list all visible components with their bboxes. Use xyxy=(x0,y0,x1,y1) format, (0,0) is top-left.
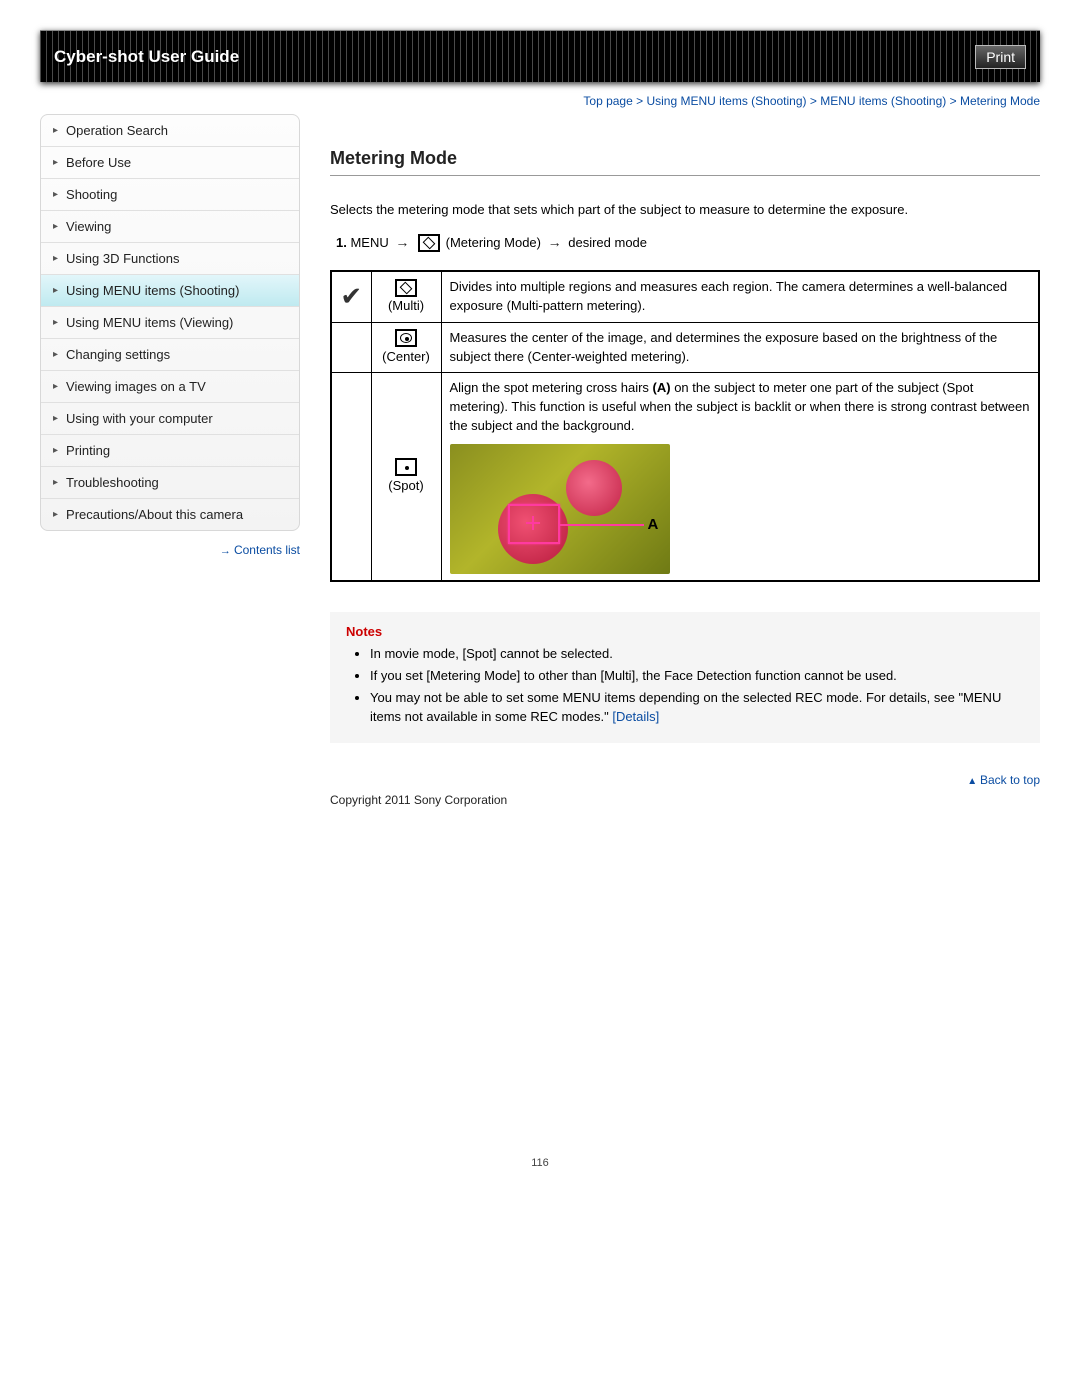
pointer-line xyxy=(560,524,644,526)
sidebar-item-precautions[interactable]: Precautions/About this camera xyxy=(41,499,299,530)
focus-box xyxy=(508,504,560,544)
multi-label: (Multi) xyxy=(388,298,424,313)
page-number: 116 xyxy=(40,1157,1040,1169)
sidebar-item-viewing[interactable]: Viewing xyxy=(41,211,299,242)
main-content: Top page > Using MENU items (Shooting) >… xyxy=(330,94,1040,807)
empty-check xyxy=(331,373,371,581)
check-cell: ✔ xyxy=(331,271,371,322)
spot-icon xyxy=(395,458,417,476)
mode-multi-label-cell: (Multi) xyxy=(371,271,441,322)
contents-list-link[interactable]: Contents list xyxy=(40,543,300,557)
sidebar-item-menu-shooting[interactable]: Using MENU items (Shooting) xyxy=(41,275,299,306)
sidebar-item-computer[interactable]: Using with your computer xyxy=(41,403,299,434)
metering-icon xyxy=(418,234,440,252)
step-number: 1. xyxy=(336,235,347,250)
details-link[interactable]: [Details] xyxy=(612,709,659,724)
header-bar: Cyber-shot User Guide Print xyxy=(40,30,1040,82)
breadcrumb-menu-shooting[interactable]: Using MENU items (Shooting) xyxy=(646,94,806,108)
notes-section: Notes In movie mode, [Spot] cannot be se… xyxy=(330,612,1040,743)
step-line: 1. MENU (Metering Mode) desired mode xyxy=(330,234,1040,253)
note-item: You may not be able to set some MENU ite… xyxy=(370,689,1024,727)
page-title: Metering Mode xyxy=(330,148,1040,176)
sidebar-item-tv[interactable]: Viewing images on a TV xyxy=(41,371,299,402)
multi-icon xyxy=(395,279,417,297)
intro-text: Selects the metering mode that sets whic… xyxy=(330,200,1040,220)
checkmark-icon: ✔ xyxy=(340,281,362,311)
guide-title: Cyber-shot User Guide xyxy=(54,47,239,67)
spot-desc-bold: (A) xyxy=(653,380,671,395)
sidebar: Operation Search Before Use Shooting Vie… xyxy=(40,94,300,807)
sidebar-item-3d-functions[interactable]: Using 3D Functions xyxy=(41,243,299,274)
spot-cell: Align the spot metering cross hairs (A) … xyxy=(441,373,1039,581)
modes-table: ✔ (Multi) Divides into multiple regions … xyxy=(330,270,1040,582)
sidebar-item-shooting[interactable]: Shooting xyxy=(41,179,299,210)
note-item: In movie mode, [Spot] cannot be selected… xyxy=(370,645,1024,664)
sidebar-item-troubleshooting[interactable]: Troubleshooting xyxy=(41,467,299,498)
flower-shape xyxy=(566,460,622,516)
mode-center-label-cell: (Center) xyxy=(371,322,441,373)
sidebar-item-menu-viewing[interactable]: Using MENU items (Viewing) xyxy=(41,307,299,338)
spot-illustration: A xyxy=(450,444,670,574)
pointer-label: A xyxy=(648,514,659,536)
arrow-icon xyxy=(395,234,409,250)
spot-label: (Spot) xyxy=(388,478,423,493)
side-nav: Operation Search Before Use Shooting Vie… xyxy=(40,114,300,531)
breadcrumb-current: Metering Mode xyxy=(960,94,1040,108)
multi-description: Divides into multiple regions and measur… xyxy=(441,271,1039,322)
empty-check xyxy=(331,322,371,373)
back-to-top-link[interactable]: Back to top xyxy=(330,773,1040,787)
step-metering: (Metering Mode) xyxy=(446,235,541,250)
step-desired: desired mode xyxy=(568,235,647,250)
center-description: Measures the center of the image, and de… xyxy=(441,322,1039,373)
breadcrumb-menu-items[interactable]: MENU items (Shooting) xyxy=(820,94,946,108)
copyright-text: Copyright 2011 Sony Corporation xyxy=(330,793,1040,807)
breadcrumb: Top page > Using MENU items (Shooting) >… xyxy=(330,94,1040,108)
sidebar-item-changing-settings[interactable]: Changing settings xyxy=(41,339,299,370)
spot-desc-pre: Align the spot metering cross hairs xyxy=(450,380,653,395)
center-label: (Center) xyxy=(382,349,430,364)
sidebar-item-operation-search[interactable]: Operation Search xyxy=(41,115,299,146)
note-item: If you set [Metering Mode] to other than… xyxy=(370,667,1024,686)
mode-spot-label-cell: (Spot) xyxy=(371,373,441,581)
sidebar-item-before-use[interactable]: Before Use xyxy=(41,147,299,178)
center-icon xyxy=(395,329,417,347)
breadcrumb-top[interactable]: Top page xyxy=(583,94,632,108)
notes-title: Notes xyxy=(346,624,1024,639)
print-button[interactable]: Print xyxy=(975,45,1026,69)
crosshair-icon xyxy=(526,522,540,524)
sidebar-item-printing[interactable]: Printing xyxy=(41,435,299,466)
step-menu: MENU xyxy=(350,235,388,250)
arrow-icon xyxy=(548,234,562,250)
